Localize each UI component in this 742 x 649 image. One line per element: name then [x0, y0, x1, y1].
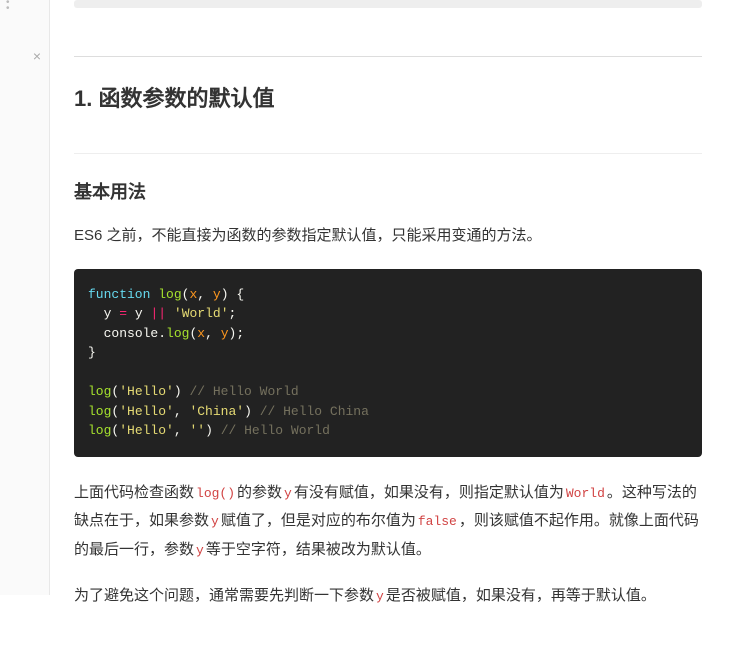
code-token: // Hello World: [221, 423, 330, 438]
code-token: ): [221, 287, 229, 302]
code-token: log: [166, 326, 189, 341]
code-token: log: [88, 384, 111, 399]
text-fragment: 为了避免这个问题，通常需要先判断一下参数: [74, 587, 374, 604]
code-token: {: [236, 287, 244, 302]
code-token: ,: [174, 404, 182, 419]
code-token: }: [88, 345, 96, 360]
code-token: 'Hello': [119, 423, 174, 438]
code-token: x: [197, 326, 205, 341]
code-token: console: [104, 326, 159, 341]
code-token: 'Hello': [119, 384, 174, 399]
main-content: 1. 函数参数的默认值 基本用法 ES6 之前，不能直接为函数的参数指定默认值，…: [50, 0, 742, 649]
inline-code: y: [209, 514, 221, 529]
text-fragment: 有没有赋值，如果没有，则指定默认值为: [294, 484, 564, 501]
code-token: y: [104, 306, 112, 321]
code-token: 'World': [174, 306, 229, 321]
inline-code: false: [416, 514, 459, 529]
code-token: log: [88, 423, 111, 438]
code-token: 'China': [189, 404, 244, 419]
code-token: ): [244, 404, 252, 419]
code-token: ): [174, 384, 182, 399]
text-fragment: 赋值了，但是对应的布尔值为: [221, 512, 416, 529]
code-token: // Hello World: [189, 384, 298, 399]
divider: [74, 56, 702, 57]
explain-paragraph-2: 为了避免这个问题，通常需要先判断一下参数y是否被赋值，如果没有，再等于默认值。: [74, 582, 702, 611]
code-token: ,: [197, 287, 205, 302]
code-token: ||: [150, 306, 166, 321]
code-token: // Hello China: [260, 404, 369, 419]
sidebar: •• ×: [0, 0, 50, 595]
code-token: log: [88, 404, 111, 419]
code-token: ;: [229, 306, 237, 321]
text-fragment: 等于空字符，结果被改为默认值。: [206, 541, 431, 558]
section-heading: 1. 函数参数的默认值: [74, 81, 702, 113]
code-token: '': [189, 423, 205, 438]
sub-divider: [74, 153, 702, 154]
code-token: =: [119, 306, 127, 321]
subsection-heading: 基本用法: [74, 178, 702, 204]
code-token: log: [158, 287, 181, 302]
text-fragment: 上面代码检查函数: [74, 484, 194, 501]
intro-paragraph: ES6 之前，不能直接为函数的参数指定默认值，只能采用变通的方法。: [74, 222, 702, 251]
code-block: function log(x, y) { y = y || 'World'; c…: [74, 269, 702, 457]
text-fragment: 是否被赋值，如果没有，再等于默认值。: [386, 587, 656, 604]
code-token: ;: [236, 326, 244, 341]
placeholder-bar: [74, 0, 702, 8]
inline-code: y: [374, 589, 386, 604]
code-token: ): [205, 423, 213, 438]
code-token: function: [88, 287, 150, 302]
code-token: 'Hello': [119, 404, 174, 419]
inline-code: y: [194, 543, 206, 558]
code-token: y: [221, 326, 229, 341]
code-token: .: [158, 326, 166, 341]
inline-code: World: [564, 486, 607, 501]
explain-paragraph-1: 上面代码检查函数log()的参数y有没有赋值，如果没有，则指定默认值为World…: [74, 479, 702, 565]
code-token: y: [213, 287, 221, 302]
close-icon[interactable]: ×: [33, 48, 41, 64]
inline-code: log(): [194, 486, 237, 501]
code-token: ,: [205, 326, 213, 341]
inline-code: y: [282, 486, 294, 501]
code-token: y: [135, 306, 143, 321]
code-token: ,: [174, 423, 182, 438]
sidebar-decor: ••: [6, 0, 10, 12]
text-fragment: 的参数: [237, 484, 282, 501]
